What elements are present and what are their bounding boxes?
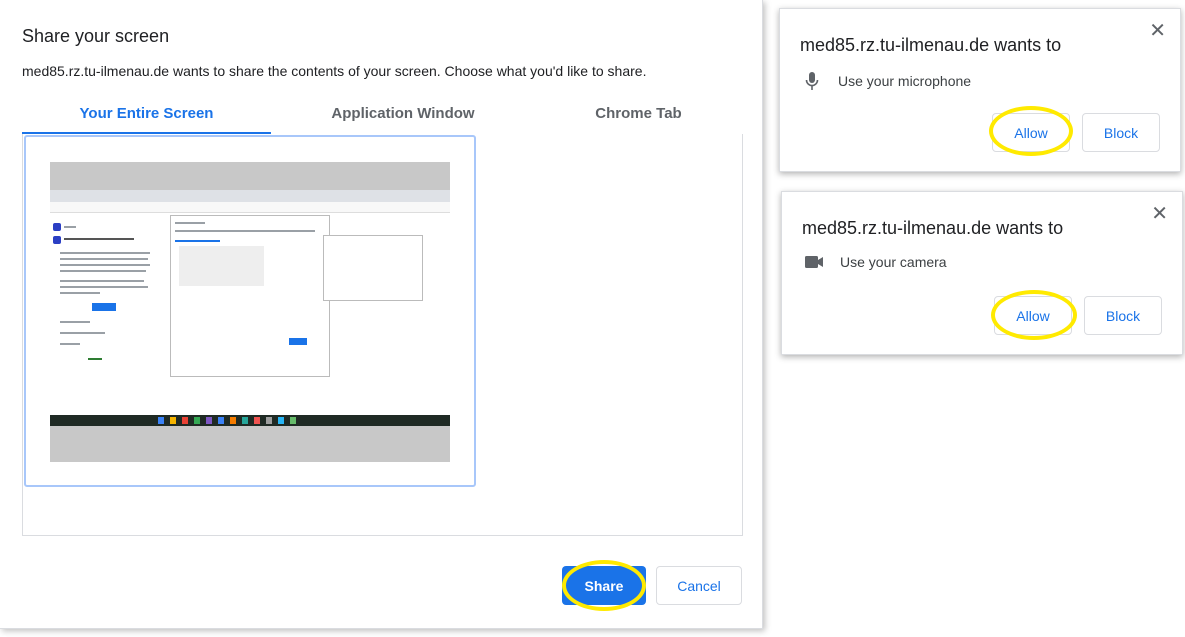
close-icon[interactable]: ✕ [1149, 21, 1166, 41]
tab-application-window[interactable]: Application Window [271, 104, 535, 134]
share-tabs: Your Entire Screen Application Window Ch… [22, 100, 742, 135]
allow-button[interactable]: Allow [994, 296, 1072, 335]
block-button[interactable]: Block [1082, 113, 1160, 152]
thumbnail-dialog [170, 215, 330, 377]
thumbnail-text-line [60, 292, 100, 294]
thumbnail-icon [53, 236, 61, 244]
thumbnail-tab-bar [50, 190, 450, 202]
taskbar-icon [170, 417, 176, 424]
taskbar-icon [194, 417, 200, 424]
thumbnail-mini-button [92, 303, 116, 311]
thumbnail-text-line [60, 264, 150, 266]
camera-permission-popup: med85.rz.tu-ilmenau.de wants to ✕ Use yo… [781, 191, 1183, 355]
taskbar-icon [218, 417, 224, 424]
share-screen-dialog: Share your screen med85.rz.tu-ilmenau.de… [0, 0, 763, 629]
thumbnail-address-bar [50, 202, 450, 213]
thumbnail-text-line [175, 230, 315, 232]
microphone-permission-popup: med85.rz.tu-ilmenau.de wants to ✕ Use yo… [779, 8, 1181, 172]
popup-title: med85.rz.tu-ilmenau.de wants to [800, 35, 1062, 55]
thumbnail-icon [53, 223, 61, 231]
taskbar-icon [254, 417, 260, 424]
thumbnail-taskbar [50, 415, 450, 426]
permission-row: Use your camera [804, 250, 947, 274]
share-button[interactable]: Share [562, 566, 646, 605]
thumbnail-popup [323, 235, 423, 301]
allow-button[interactable]: Allow [992, 113, 1070, 152]
thumbnail-text-line [60, 280, 144, 282]
popup-title: med85.rz.tu-ilmenau.de wants to [802, 218, 1064, 238]
permission-row: Use your microphone [802, 69, 971, 93]
camera-icon [804, 252, 824, 272]
thumbnail-text-line [64, 238, 134, 240]
block-button[interactable]: Block [1084, 296, 1162, 335]
thumbnail-tab-underline [175, 240, 220, 242]
permission-label: Use your camera [840, 254, 947, 270]
taskbar-icon [242, 417, 248, 424]
taskbar-icon [266, 417, 272, 424]
thumbnail-share-button [289, 338, 307, 345]
taskbar-icon [290, 417, 296, 424]
screen-picker-area [22, 134, 743, 536]
thumbnail-text-line [60, 343, 80, 345]
taskbar-icon [182, 417, 188, 424]
microphone-icon [802, 71, 822, 91]
permission-label: Use your microphone [838, 73, 972, 89]
screen-thumbnail [50, 162, 450, 462]
tab-chrome-tab[interactable]: Chrome Tab [535, 104, 742, 134]
taskbar-icon [158, 417, 164, 424]
taskbar-icon [230, 417, 236, 424]
cancel-button[interactable]: Cancel [656, 566, 742, 605]
dialog-description: med85.rz.tu-ilmenau.de wants to share th… [22, 63, 647, 79]
thumbnail-text-line [60, 321, 90, 323]
thumbnail-text-line [60, 332, 105, 334]
thumbnail-preview-box [179, 246, 264, 286]
thumbnail-text-line [175, 222, 205, 224]
tab-entire-screen[interactable]: Your Entire Screen [22, 104, 271, 134]
close-icon[interactable]: ✕ [1151, 204, 1168, 224]
taskbar-icon [278, 417, 284, 424]
thumbnail-text-line [60, 270, 146, 272]
thumbnail-desktop [50, 190, 450, 415]
thumbnail-text-line [64, 226, 76, 228]
thumbnail-text-line [60, 286, 148, 288]
entire-screen-option[interactable] [24, 135, 476, 487]
dialog-title: Share your screen [22, 26, 170, 46]
taskbar-icon [206, 417, 212, 424]
thumbnail-text-line [60, 258, 148, 260]
thumbnail-text-line [60, 252, 150, 254]
thumbnail-text-line [88, 358, 102, 360]
